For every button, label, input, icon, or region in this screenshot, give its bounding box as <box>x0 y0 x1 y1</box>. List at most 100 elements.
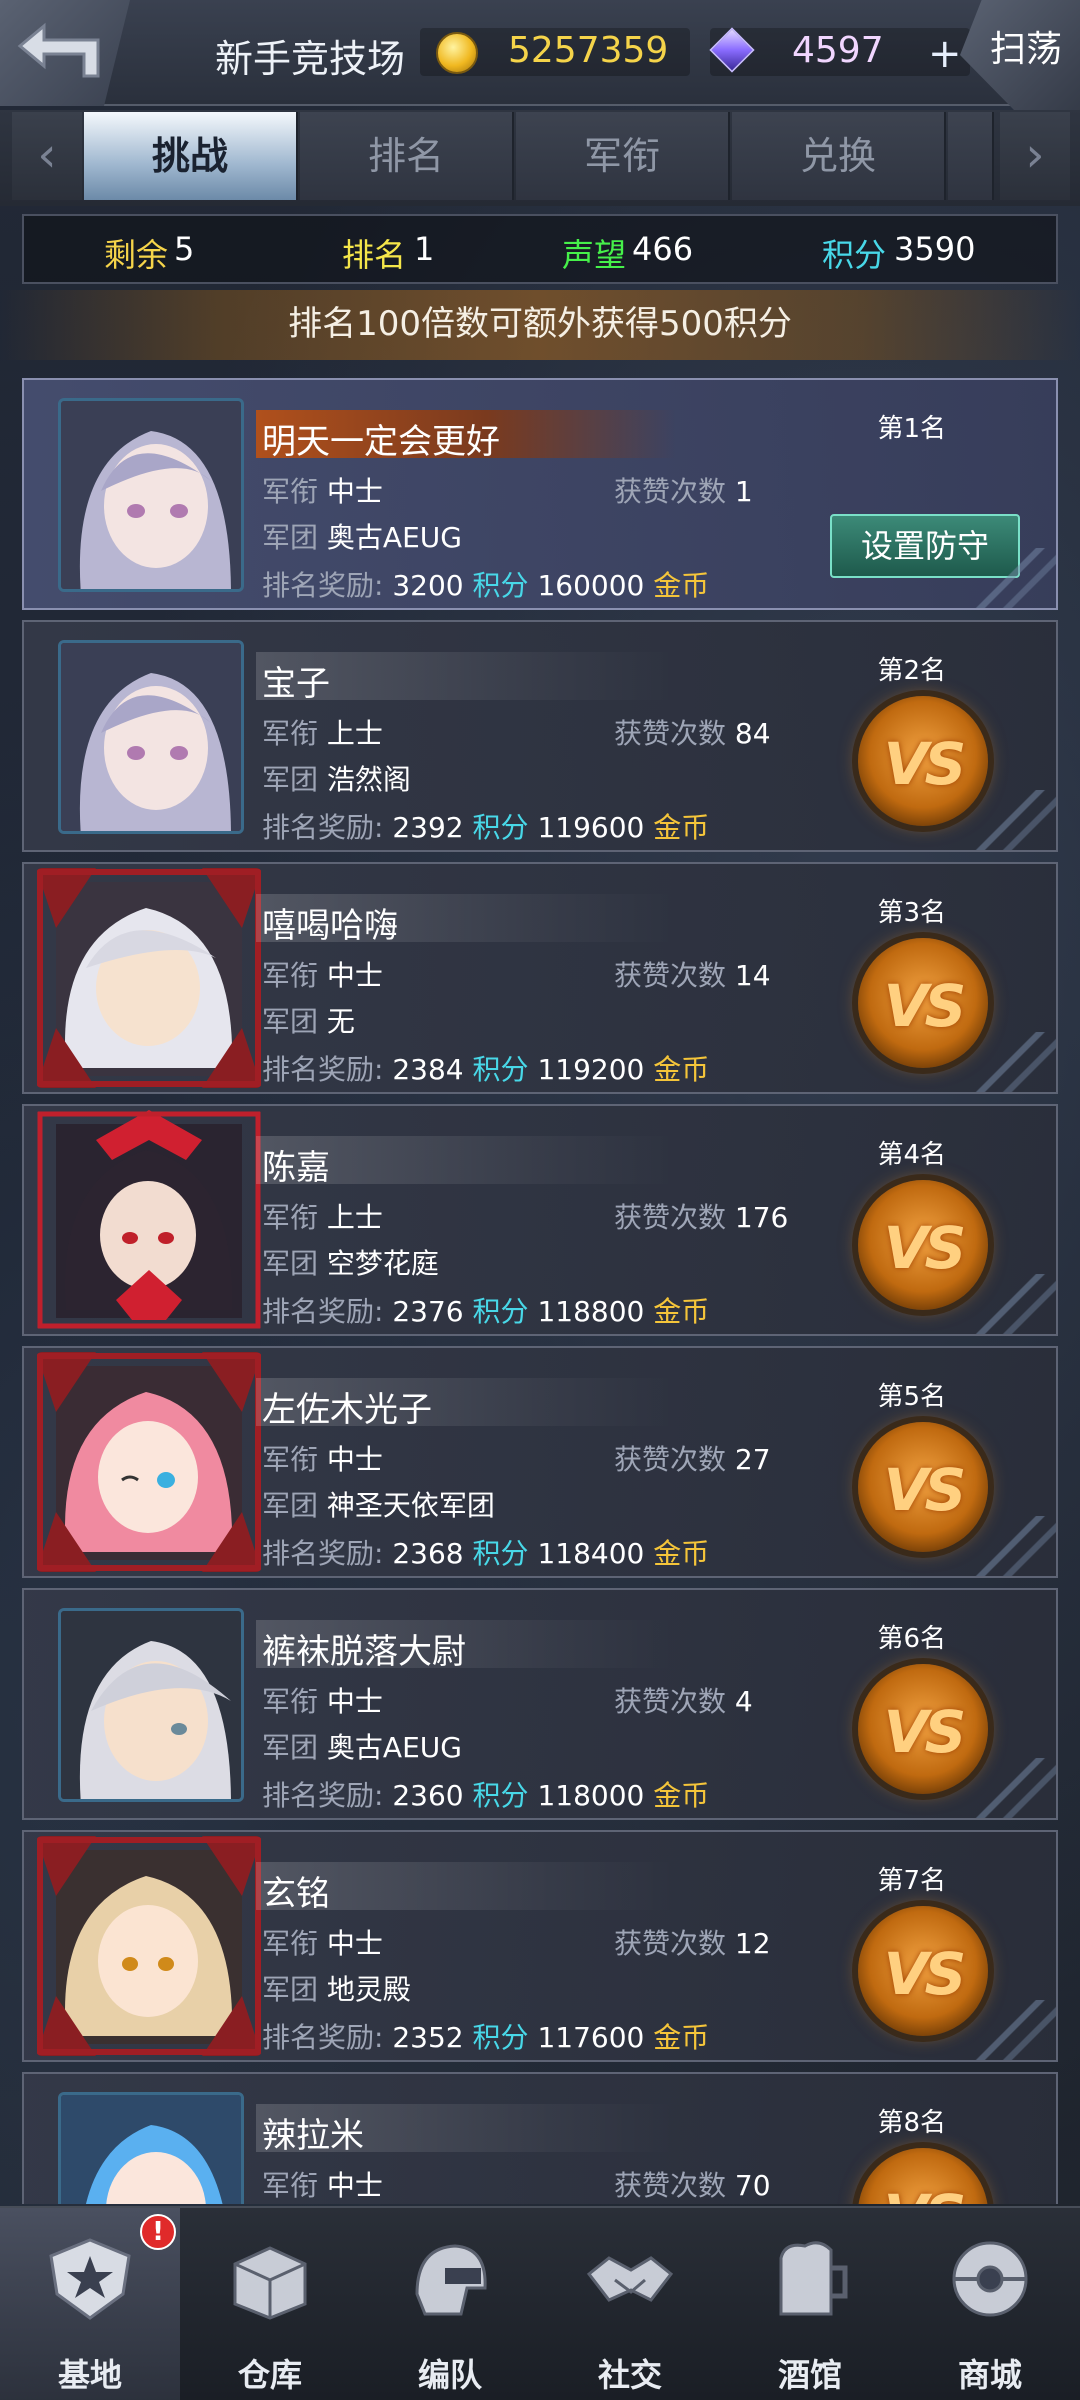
points-label: 积分 <box>472 1779 529 1812</box>
tab-next-arrow-icon[interactable]: › <box>1000 112 1070 200</box>
nav-base[interactable]: ! 基地 <box>0 2208 180 2400</box>
likes: 176 <box>734 1201 789 1234</box>
rank-position: 第1名 <box>877 414 946 444</box>
reward-gold: 117600 <box>537 2021 645 2054</box>
likes: 4 <box>734 1685 753 1718</box>
nav-label: 商城 <box>957 2356 1022 2394</box>
player-card-6[interactable]: 裤袜脱落大尉 军衔 中士 军团 奥古AEUG 排名奖励: 2360 积分 118… <box>22 1588 1058 1820</box>
nav-tavern[interactable]: 酒馆 <box>720 2208 900 2400</box>
likes-label: 获赞次数 <box>614 1443 727 1476</box>
legion: 空梦花庭 <box>326 1247 439 1280</box>
tab-ranking[interactable]: 排名 <box>300 112 514 200</box>
points-label: 积分 <box>472 569 529 602</box>
card-corner-decoration <box>936 1516 1056 1576</box>
reward-gold: 119600 <box>537 811 645 844</box>
card-corner-decoration <box>936 548 1056 608</box>
sweep-button[interactable]: 扫荡 <box>960 0 1080 110</box>
rank-title-label: 军衔 <box>262 1201 319 1234</box>
reward-points: 2392 <box>392 811 464 844</box>
capsule-icon <box>952 2241 1028 2317</box>
rank-title-label: 军衔 <box>262 1685 319 1718</box>
prestige-value: 466 <box>632 230 694 268</box>
likes-label: 获赞次数 <box>614 959 727 992</box>
card-corner-decoration <box>936 2000 1056 2060</box>
legion-label: 军团 <box>262 1973 319 2006</box>
gold-amount: 5257359 <box>508 30 669 71</box>
rank-position: 第3名 <box>877 898 946 928</box>
sweep-label: 扫荡 <box>990 29 1063 70</box>
vs-label: VS <box>883 1456 967 1524</box>
reward-gold: 118400 <box>537 1537 645 1570</box>
gold-label: 金币 <box>653 1537 710 1570</box>
bottom-nav: ! 基地 仓库 编队 社交 酒馆 商城 <box>0 2206 1080 2400</box>
nav-warehouse[interactable]: 仓库 <box>180 2208 360 2400</box>
tab-exchange[interactable]: 兑换 <box>732 112 946 200</box>
rank-position: 第8名 <box>877 2108 946 2138</box>
opponent-list[interactable]: 明天一定会更好 军衔 中士 军团 奥古AEUG 排名奖励: 3200 积分 16… <box>22 378 1058 2204</box>
legion-label: 军团 <box>262 521 319 554</box>
player-card-1: 明天一定会更好 军衔 中士 军团 奥古AEUG 排名奖励: 3200 积分 16… <box>22 378 1058 610</box>
tab-bar: ‹ 挑战 排名 军衔 兑换 › <box>0 110 1080 206</box>
stats-bar: 剩余 5 排名 1 声望 466 积分 3590 <box>22 214 1058 284</box>
tab-challenge[interactable]: 挑战 <box>84 112 298 200</box>
legion: 浩然阁 <box>326 763 411 796</box>
gold-label: 金币 <box>653 569 710 602</box>
nav-social[interactable]: 社交 <box>540 2208 720 2400</box>
vs-label: VS <box>883 1214 967 1282</box>
helmet-icon <box>415 2244 487 2316</box>
nav-label: 编队 <box>417 2356 482 2394</box>
player-card-2[interactable]: 宝子 军衔 上士 军团 浩然阁 排名奖励: 2392 积分 119600 金币 … <box>22 620 1058 852</box>
nav-formation[interactable]: 编队 <box>360 2208 540 2400</box>
card-corner-decoration <box>936 1274 1056 1334</box>
rank-title-label: 军衔 <box>262 717 319 750</box>
player-name: 左佐木光子 <box>262 1390 432 1430</box>
legion-label: 军团 <box>262 763 319 796</box>
player-card-5[interactable]: 左佐木光子 军衔 中士 军团 神圣天依军团 排名奖励: 2368 积分 1184… <box>22 1346 1058 1578</box>
vs-label: VS <box>883 972 967 1040</box>
rank-title-label: 军衔 <box>262 1443 319 1476</box>
reward-points: 2384 <box>392 1053 464 1086</box>
legion: 无 <box>326 1005 355 1038</box>
rank-title: 上士 <box>326 1201 383 1234</box>
avatar <box>58 1608 244 1802</box>
nav-shop[interactable]: 商城 <box>900 2208 1080 2400</box>
tab-military-rank[interactable]: 军衔 <box>516 112 730 200</box>
legion: 神圣天依军团 <box>326 1489 495 1522</box>
player-card-3[interactable]: 嘻喝哈嗨 军衔 中士 军团 无 排名奖励: 2384 积分 119200 金币 … <box>22 862 1058 1094</box>
points-label: 积分 <box>472 1537 529 1570</box>
reward-gold: 119200 <box>537 1053 645 1086</box>
beer-mug-icon <box>779 2241 848 2316</box>
player-card-4[interactable]: 陈嘉 军衔 上士 军团 空梦花庭 排名奖励: 2376 积分 118800 金币… <box>22 1104 1058 1336</box>
reward-label: 排名奖励: <box>262 569 384 602</box>
back-button[interactable] <box>0 0 130 106</box>
likes-label: 获赞次数 <box>614 717 727 750</box>
points-label: 积分 <box>472 1295 529 1328</box>
reward-gold: 160000 <box>537 569 645 602</box>
vs-label: VS <box>883 1940 967 2008</box>
player-name: 陈嘉 <box>262 1148 330 1188</box>
gold-label: 金币 <box>653 811 710 844</box>
player-card-8[interactable]: 辣拉米 军衔 中士 获赞次数 70 第8名 VS <box>22 2072 1058 2204</box>
reward-points: 2376 <box>392 1295 464 1328</box>
card-corner-decoration <box>936 1758 1056 1818</box>
tab-prev-arrow-icon[interactable]: ‹ <box>12 112 82 200</box>
nav-label: 基地 <box>57 2356 122 2394</box>
reward-label: 排名奖励: <box>262 1779 384 1812</box>
nav-label: 酒馆 <box>777 2356 842 2394</box>
tab-overflow <box>948 112 994 200</box>
legion-label: 军团 <box>262 1489 319 1522</box>
rank-position: 第7名 <box>877 1866 946 1896</box>
reward-label: 排名奖励: <box>262 1295 384 1328</box>
bonus-banner: 排名100倍数可额外获得500积分 <box>0 290 1080 360</box>
rank-position: 第2名 <box>877 656 946 686</box>
player-card-7[interactable]: 玄铭 军衔 中士 军团 地灵殿 排名奖励: 2352 积分 117600 金币 … <box>22 1830 1058 2062</box>
vs-challenge-button[interactable]: VS <box>858 2148 988 2204</box>
likes-label: 获赞次数 <box>614 2169 727 2202</box>
reward-points: 3200 <box>392 569 464 602</box>
likes: 14 <box>734 959 771 992</box>
nav-label: 社交 <box>597 2356 662 2394</box>
gold-label: 金币 <box>653 1779 710 1812</box>
remain-label: 剩余 <box>104 236 169 274</box>
rank-value: 1 <box>414 230 435 268</box>
add-gems-button[interactable]: + <box>928 34 962 74</box>
